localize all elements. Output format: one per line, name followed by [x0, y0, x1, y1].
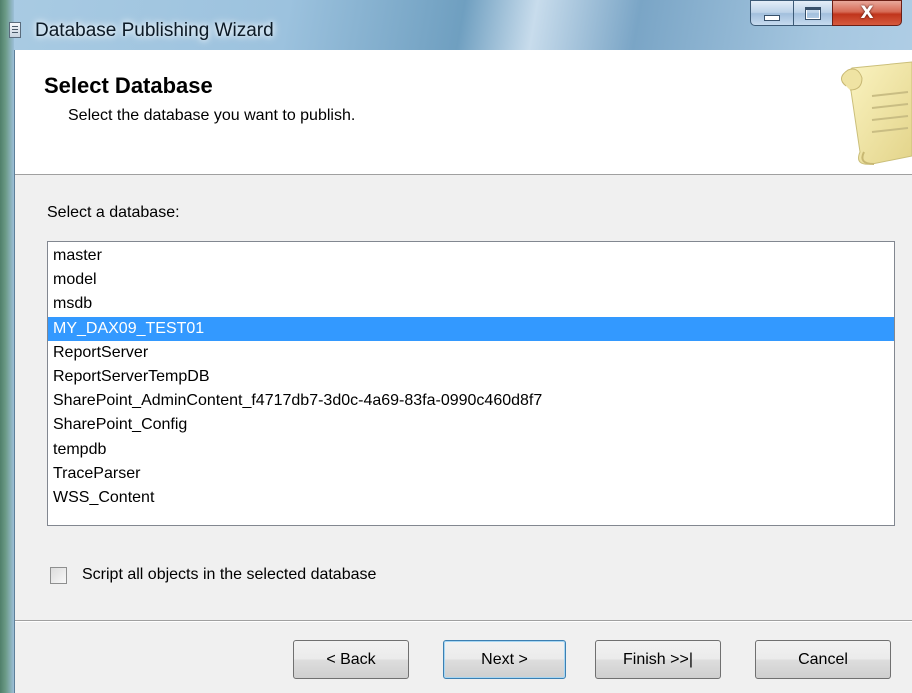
window-title: Database Publishing Wizard — [35, 20, 274, 41]
list-item[interactable]: tempdb — [48, 438, 894, 462]
maximize-icon — [805, 6, 821, 20]
list-item[interactable]: ReportServer — [48, 341, 894, 365]
close-button[interactable]: X — [832, 0, 902, 26]
select-database-label: Select a database: — [47, 204, 180, 221]
script-all-checkbox[interactable] — [50, 566, 67, 584]
caption-buttons: X — [750, 0, 902, 26]
minimize-icon — [764, 15, 780, 21]
app-icon — [9, 22, 21, 38]
next-button[interactable]: Next > — [443, 640, 566, 679]
footer-divider — [15, 620, 912, 622]
list-item[interactable]: TraceParser — [48, 462, 894, 486]
list-item[interactable]: msdb — [48, 292, 894, 316]
list-item[interactable]: ReportServerTempDB — [48, 365, 894, 389]
title-bar[interactable]: Database Publishing Wizard X — [0, 0, 912, 50]
wizard-header: Select Database Select the database you … — [15, 50, 912, 175]
list-item[interactable]: model — [48, 268, 894, 292]
page-title: Select Database — [44, 73, 213, 98]
close-icon: X — [860, 3, 874, 23]
finish-button[interactable]: Finish >>| — [595, 640, 721, 679]
back-button[interactable]: < Back — [293, 640, 409, 679]
list-item[interactable]: WSS_Content — [48, 486, 894, 510]
minimize-button[interactable] — [750, 0, 794, 26]
window-left-border — [0, 0, 14, 693]
page-subtitle: Select the database you want to publish. — [68, 107, 356, 124]
script-all-option[interactable]: Script all objects in the selected datab… — [50, 566, 376, 584]
database-listbox[interactable]: master model msdb MY_DAX09_TEST01 Report… — [47, 241, 895, 526]
script-all-label[interactable]: Script all objects in the selected datab… — [82, 566, 376, 584]
list-item[interactable]: master — [48, 244, 894, 268]
wizard-client-area: Select Database Select the database you … — [14, 50, 912, 693]
scroll-icon — [832, 56, 912, 168]
list-item[interactable]: SharePoint_Config — [48, 413, 894, 437]
list-item-selected[interactable]: MY_DAX09_TEST01 — [48, 316, 894, 341]
cancel-button[interactable]: Cancel — [755, 640, 891, 679]
list-item[interactable]: SharePoint_AdminContent_f4717db7-3d0c-4a… — [48, 389, 894, 413]
maximize-button[interactable] — [793, 0, 833, 26]
